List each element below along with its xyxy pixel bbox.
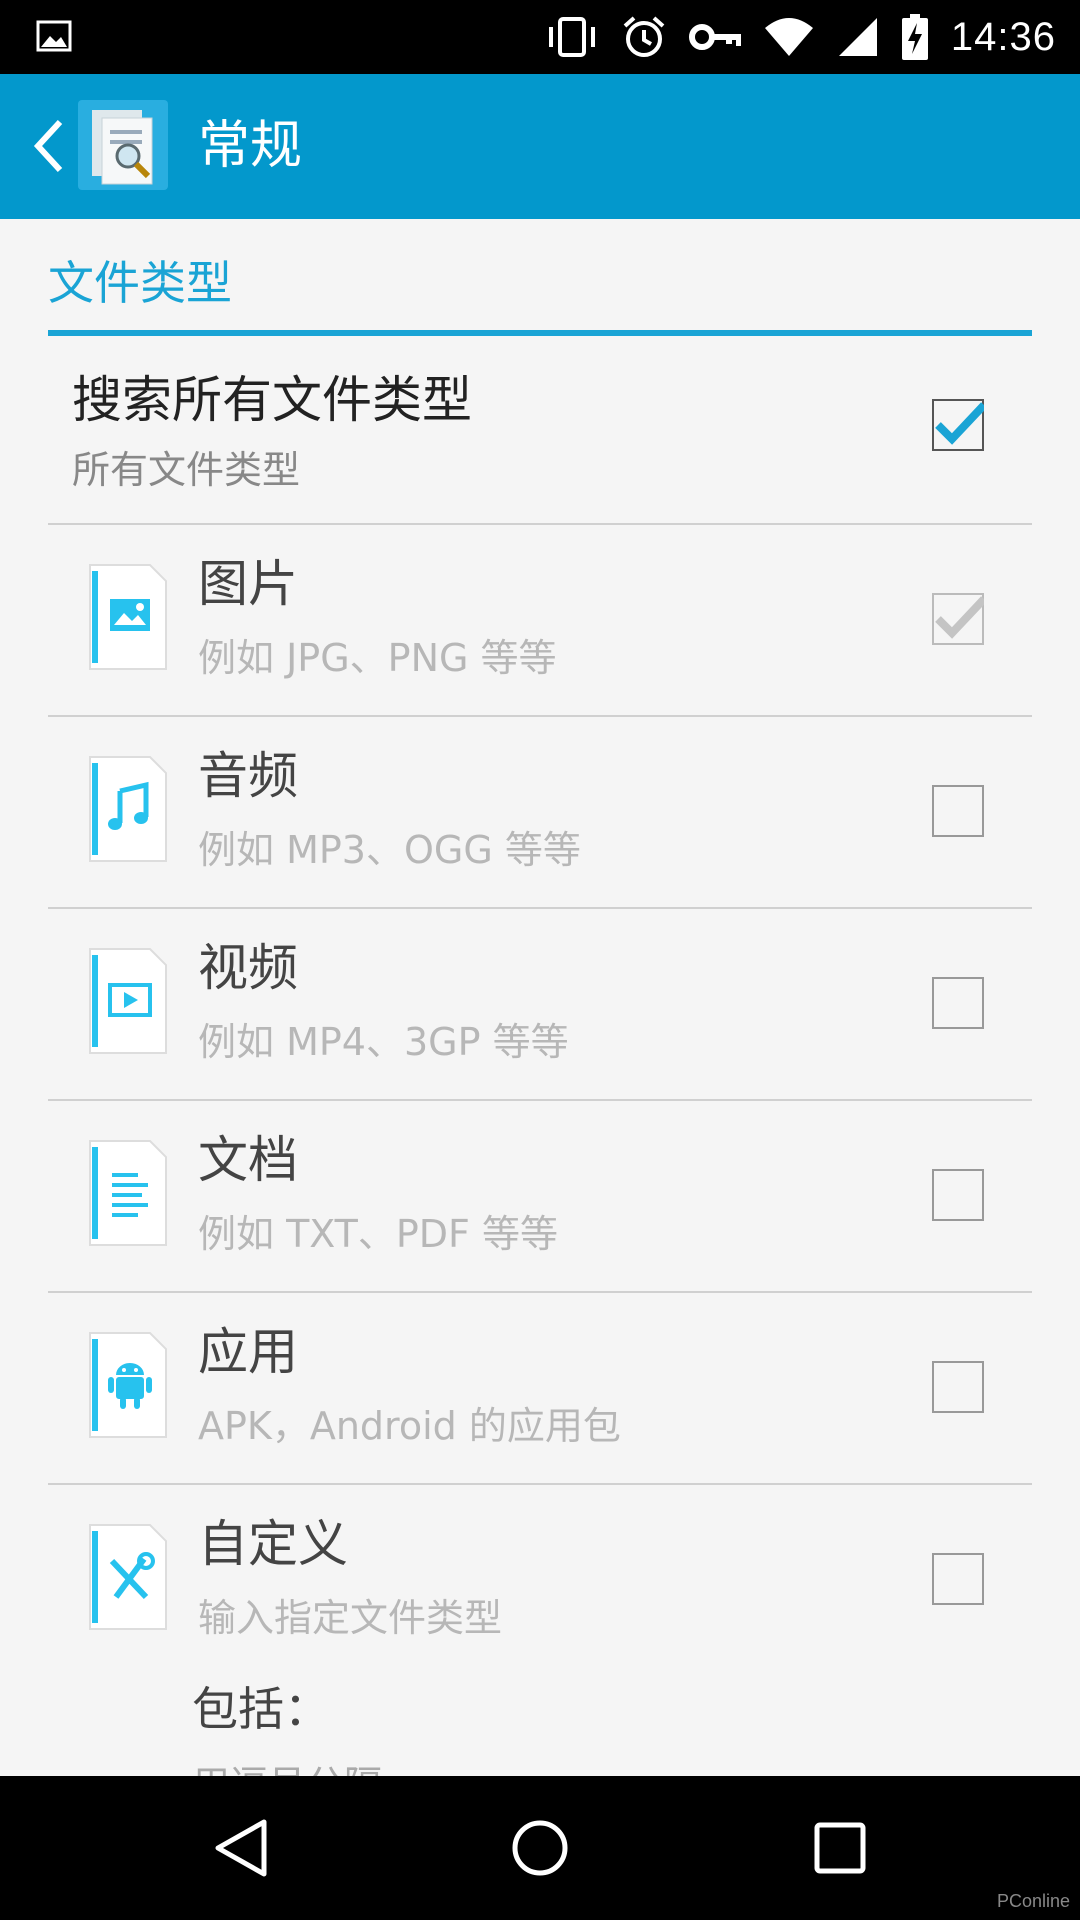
file-type-row-video[interactable]: 视频 例如 MP4、3GP 等等	[48, 907, 1032, 1101]
checkbox-unchecked[interactable]	[932, 1169, 984, 1221]
watermark-logo: PConline	[996, 1891, 1070, 1911]
category-title: 文件类型	[48, 256, 232, 310]
image-file-icon	[89, 564, 167, 670]
file-type-row-custom[interactable]: 自定义 输入指定文件类型	[48, 1483, 1032, 1675]
file-type-row-image[interactable]: 图片 例如 JPG、PNG 等等	[48, 523, 1032, 717]
document-file-icon	[89, 1140, 167, 1246]
navigation-bar: PConline	[0, 1776, 1080, 1920]
action-bar: 常规	[0, 74, 1080, 219]
file-type-summary: 输入指定文件类型	[198, 1596, 503, 1640]
vibrate-icon	[548, 17, 595, 57]
battery-charging-icon	[901, 14, 928, 60]
include-label: 包括：	[192, 1682, 330, 1736]
file-type-summary: 例如 TXT、PDF 等等	[198, 1212, 558, 1256]
checkbox-unchecked[interactable]	[932, 785, 984, 837]
file-type-row-document[interactable]: 文档 例如 TXT、PDF 等等	[48, 1099, 1032, 1293]
checkbox-checked-disabled[interactable]	[932, 593, 984, 645]
file-type-summary: 例如 MP3、OGG 等等	[198, 828, 581, 872]
file-type-title: 自定义	[198, 1515, 348, 1573]
wifi-icon	[764, 18, 813, 56]
file-type-title: 应用	[198, 1323, 298, 1381]
video-file-icon	[89, 948, 167, 1054]
signal-icon	[838, 18, 877, 56]
file-type-summary: APK，Android 的应用包	[198, 1404, 621, 1448]
recents-square-icon[interactable]	[804, 1812, 876, 1884]
page-title: 常规	[198, 116, 303, 176]
home-circle-icon[interactable]	[504, 1812, 576, 1884]
file-type-summary: 例如 MP4、3GP 等等	[198, 1020, 569, 1064]
file-type-title: 视频	[198, 939, 298, 997]
app-icon[interactable]	[78, 100, 168, 190]
file-type-row-audio[interactable]: 音频 例如 MP3、OGG 等等	[48, 715, 1032, 909]
file-type-summary: 例如 JPG、PNG 等等	[198, 636, 557, 680]
clock: 14:36	[950, 14, 1056, 59]
include-hint-text: 用逗号分隔	[192, 1760, 382, 1776]
checkbox-unchecked[interactable]	[932, 1553, 984, 1605]
picture-icon	[36, 20, 72, 52]
category-header: 文件类型	[48, 250, 1032, 336]
status-bar: 14:36	[0, 0, 1080, 74]
file-type-title: 音频	[198, 747, 298, 805]
checkbox-unchecked[interactable]	[932, 1361, 984, 1413]
preference-summary: 所有文件类型	[72, 448, 301, 492]
status-icons: 14:36	[545, 0, 1056, 74]
audio-file-icon	[89, 756, 167, 862]
checkbox-unchecked[interactable]	[932, 977, 984, 1029]
file-type-title: 图片	[198, 555, 298, 613]
preference-title: 搜索所有文件类型	[72, 371, 472, 429]
vpn-key-icon	[688, 24, 741, 50]
search-all-preference[interactable]: 搜索所有文件类型 所有文件类型	[48, 331, 1032, 525]
checkbox-checked[interactable]	[932, 399, 984, 451]
tools-file-icon	[89, 1524, 167, 1630]
chevron-left-icon[interactable]	[30, 118, 66, 174]
file-search-icon	[92, 110, 153, 185]
android-file-icon	[89, 1332, 167, 1438]
file-type-title: 文档	[198, 1131, 298, 1189]
back-triangle-icon[interactable]	[204, 1812, 276, 1884]
alarm-icon	[623, 16, 665, 57]
file-type-row-application[interactable]: 应用 APK，Android 的应用包	[48, 1291, 1032, 1485]
